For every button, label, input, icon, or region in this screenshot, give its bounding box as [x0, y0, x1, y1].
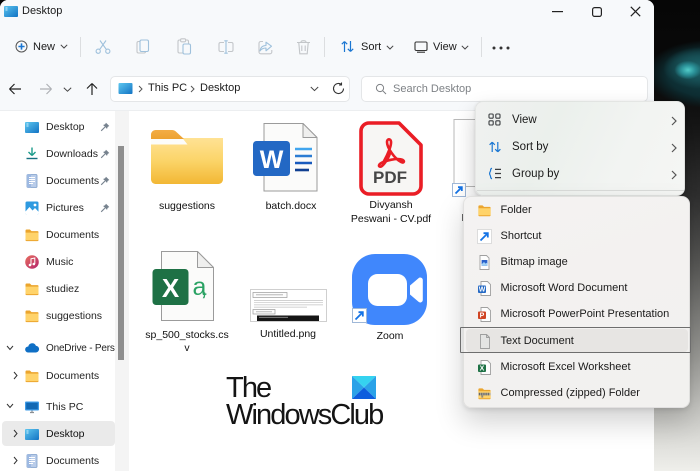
svg-text:X: X — [479, 365, 484, 372]
svg-text:W: W — [478, 287, 485, 294]
svg-text:PDF: PDF — [373, 168, 407, 187]
svg-text:P: P — [479, 313, 484, 320]
svg-text:a,: a, — [193, 273, 208, 301]
svg-text:W: W — [260, 146, 284, 174]
svg-text:X: X — [162, 273, 180, 303]
